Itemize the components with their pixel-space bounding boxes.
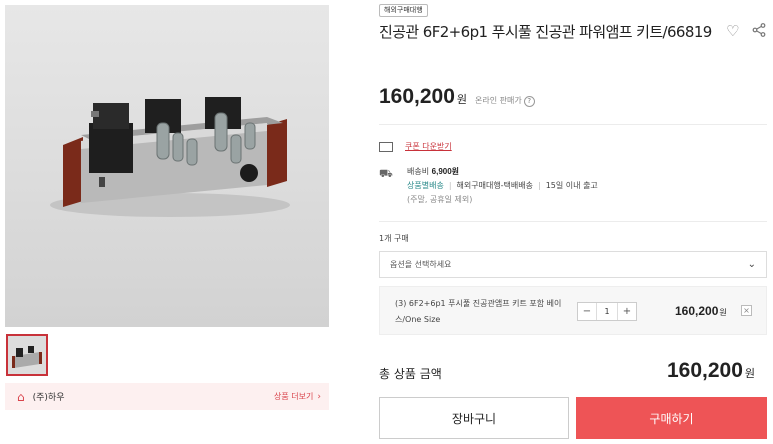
- truck-icon: ⛟: [379, 167, 393, 180]
- total-price: 160,200 원: [667, 359, 755, 383]
- divider: [379, 124, 767, 125]
- quantity-value[interactable]: 1: [596, 303, 618, 320]
- share-icon[interactable]: [752, 22, 766, 41]
- shipping-fee-line: 배송비 6,900원: [407, 165, 598, 179]
- option-price: 160,200: [675, 304, 719, 318]
- thumbnail-photo: [8, 336, 46, 374]
- option-select[interactable]: 옵션을 선택하세요 ⌄: [379, 251, 767, 278]
- coupon-row: 쿠폰 다운받기: [379, 141, 452, 152]
- product-title: 진공관 6F2+6p1 푸시풀 진공관 파워앰프 키트/66819: [379, 23, 712, 41]
- separator: |: [538, 181, 541, 190]
- online-price-note: 온라인 판매가: [475, 96, 522, 105]
- quantity-stepper[interactable]: − 1 +: [577, 302, 637, 321]
- product-price: 160,200: [379, 85, 455, 108]
- option-currency: 원: [719, 308, 727, 317]
- coupon-icon: [379, 141, 393, 152]
- buy-now-button[interactable]: 구매하기: [576, 397, 767, 439]
- selected-option-box: (3) 6F2+6p1 푸시풀 진공관앰프 키트 포함 베이스/One Size…: [379, 286, 767, 335]
- option-placeholder: 옵션을 선택하세요: [390, 260, 452, 269]
- store-icon: ⌂: [17, 389, 25, 404]
- heart-icon[interactable]: ♡: [726, 22, 739, 40]
- shipping-method: 해외구매대행-택배배송: [456, 181, 534, 190]
- coupon-download-link[interactable]: 쿠폰 다운받기: [405, 141, 452, 152]
- increase-button[interactable]: +: [618, 303, 636, 320]
- total-label: 총 상품 금액: [379, 367, 442, 381]
- product-thumbnail[interactable]: [6, 334, 48, 376]
- quantity-label: 1개 구매: [379, 234, 409, 243]
- separator: |: [448, 181, 452, 190]
- shipping-method-line: 상품별배송 | 해외구매대행-택배배송 | 15일 이내 출고: [407, 179, 598, 193]
- total-currency: 원: [744, 367, 756, 380]
- shipping-fee: 6,900원: [431, 167, 460, 176]
- overseas-purchase-badge: 해외구매대행: [379, 4, 428, 17]
- shipping-info: ⛟ 배송비 6,900원 상품별배송 | 해외구매대행-택배배송 | 15일 이내 출고…: [379, 165, 598, 207]
- seller-bar[interactable]: ⌂ (주)하우 상품 더보기 ›: [5, 383, 329, 410]
- shipping-fee-label: 배송비: [407, 167, 430, 176]
- seller-name[interactable]: (주)하우: [33, 390, 274, 403]
- chevron-down-icon: ⌄: [747, 259, 756, 270]
- chevron-right-icon: ›: [317, 391, 321, 402]
- more-products-link[interactable]: 상품 더보기: [274, 391, 313, 402]
- help-icon[interactable]: ?: [523, 96, 535, 107]
- product-main-image: [5, 5, 329, 327]
- shipping-type: 상품별배송: [407, 181, 444, 190]
- price-currency: 원: [456, 93, 468, 106]
- price-row: 160,200 원 온라인 판매가 ?: [379, 85, 535, 109]
- amplifier-photo: [50, 97, 290, 217]
- divider: [379, 221, 767, 222]
- selected-option-name: (3) 6F2+6p1 푸시풀 진공관앰프 키트 포함 베이스/One Size: [395, 299, 562, 324]
- shipping-note: (주말, 공휴일 제외): [407, 195, 473, 204]
- decrease-button[interactable]: −: [578, 303, 596, 320]
- total-amount: 160,200: [667, 359, 743, 382]
- add-to-cart-button[interactable]: 장바구니: [379, 397, 569, 439]
- shipping-lead-time: 15일 이내 출고: [545, 181, 598, 190]
- selected-option-price: 160,200 원: [675, 304, 727, 318]
- remove-option-button[interactable]: ×: [741, 305, 752, 316]
